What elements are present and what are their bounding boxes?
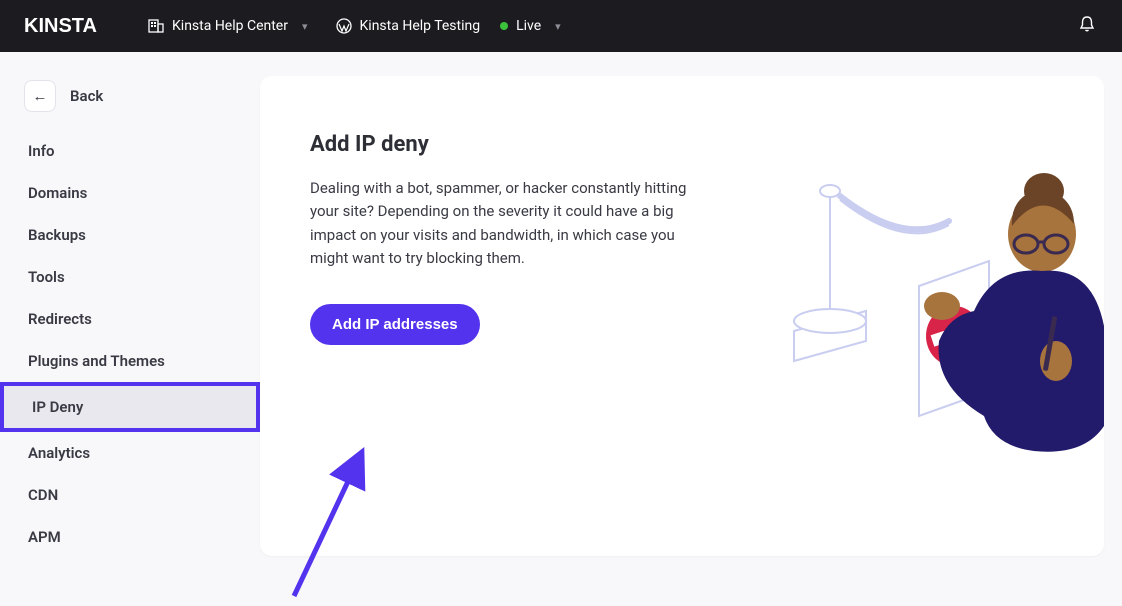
card-heading: Add IP deny bbox=[310, 132, 710, 157]
main-content: Add IP deny Dealing with a bot, spammer,… bbox=[260, 52, 1122, 591]
sidebar-item-info[interactable]: Info bbox=[0, 130, 260, 172]
bouncer-illustration-icon bbox=[744, 166, 1104, 486]
company-switcher[interactable]: Kinsta Help Center ▾ bbox=[148, 18, 308, 34]
company-name: Kinsta Help Center bbox=[172, 18, 288, 34]
sidebar-item-cdn[interactable]: CDN bbox=[0, 474, 260, 516]
sidebar-item-label: Redirects bbox=[28, 310, 92, 328]
env-label: Live bbox=[516, 18, 541, 34]
kinsta-logo-icon: KINSTA bbox=[24, 16, 108, 36]
sidebar-item-label: CDN bbox=[28, 486, 58, 504]
bell-icon bbox=[1078, 15, 1096, 33]
sidebar-item-label: Tools bbox=[28, 268, 65, 286]
chevron-down-icon: ▾ bbox=[302, 20, 308, 33]
notifications-button[interactable] bbox=[1078, 15, 1096, 37]
sidebar-item-redirects[interactable]: Redirects bbox=[0, 298, 260, 340]
back-button[interactable]: ← Back bbox=[0, 80, 260, 130]
svg-text:KINSTA: KINSTA bbox=[24, 16, 97, 36]
wordpress-icon bbox=[336, 18, 352, 34]
sidebar-item-label: APM bbox=[28, 528, 61, 546]
status-dot-icon bbox=[500, 22, 508, 30]
site-name: Kinsta Help Testing bbox=[360, 18, 481, 34]
back-arrow-icon: ← bbox=[24, 80, 56, 112]
building-icon bbox=[148, 18, 164, 34]
card-description: Dealing with a bot, spammer, or hacker c… bbox=[310, 177, 710, 270]
add-ip-addresses-button[interactable]: Add IP addresses bbox=[310, 304, 480, 345]
ip-deny-card: Add IP deny Dealing with a bot, spammer,… bbox=[260, 76, 1104, 556]
environment-switcher[interactable]: Live ▾ bbox=[500, 18, 561, 34]
top-navbar: KINSTA Kinsta Help Center ▾ Kinsta Help … bbox=[0, 0, 1122, 52]
sidebar-item-label: Plugins and Themes bbox=[28, 352, 165, 370]
chevron-down-icon: ▾ bbox=[555, 20, 561, 33]
sidebar-item-plugins-themes[interactable]: Plugins and Themes bbox=[0, 340, 260, 382]
sidebar-item-tools[interactable]: Tools bbox=[0, 256, 260, 298]
brand-logo: KINSTA bbox=[24, 16, 108, 36]
sidebar-item-backups[interactable]: Backups bbox=[0, 214, 260, 256]
sidebar-item-label: IP Deny bbox=[32, 398, 83, 416]
sidebar-item-label: Domains bbox=[28, 184, 87, 202]
sidebar-item-analytics[interactable]: Analytics bbox=[0, 432, 260, 474]
sidebar-item-apm[interactable]: APM bbox=[0, 516, 260, 558]
sidebar: ← Back Info Domains Backups Tools Redire… bbox=[0, 52, 260, 591]
illustration bbox=[744, 166, 1104, 486]
sidebar-item-label: Analytics bbox=[28, 444, 90, 462]
site-switcher[interactable]: Kinsta Help Testing bbox=[336, 18, 481, 34]
page-body: ← Back Info Domains Backups Tools Redire… bbox=[0, 52, 1122, 591]
sidebar-item-label: Backups bbox=[28, 226, 86, 244]
back-label: Back bbox=[70, 87, 103, 105]
sidebar-item-label: Info bbox=[28, 142, 55, 160]
sidebar-item-ip-deny[interactable]: IP Deny bbox=[0, 382, 260, 432]
sidebar-item-domains[interactable]: Domains bbox=[0, 172, 260, 214]
